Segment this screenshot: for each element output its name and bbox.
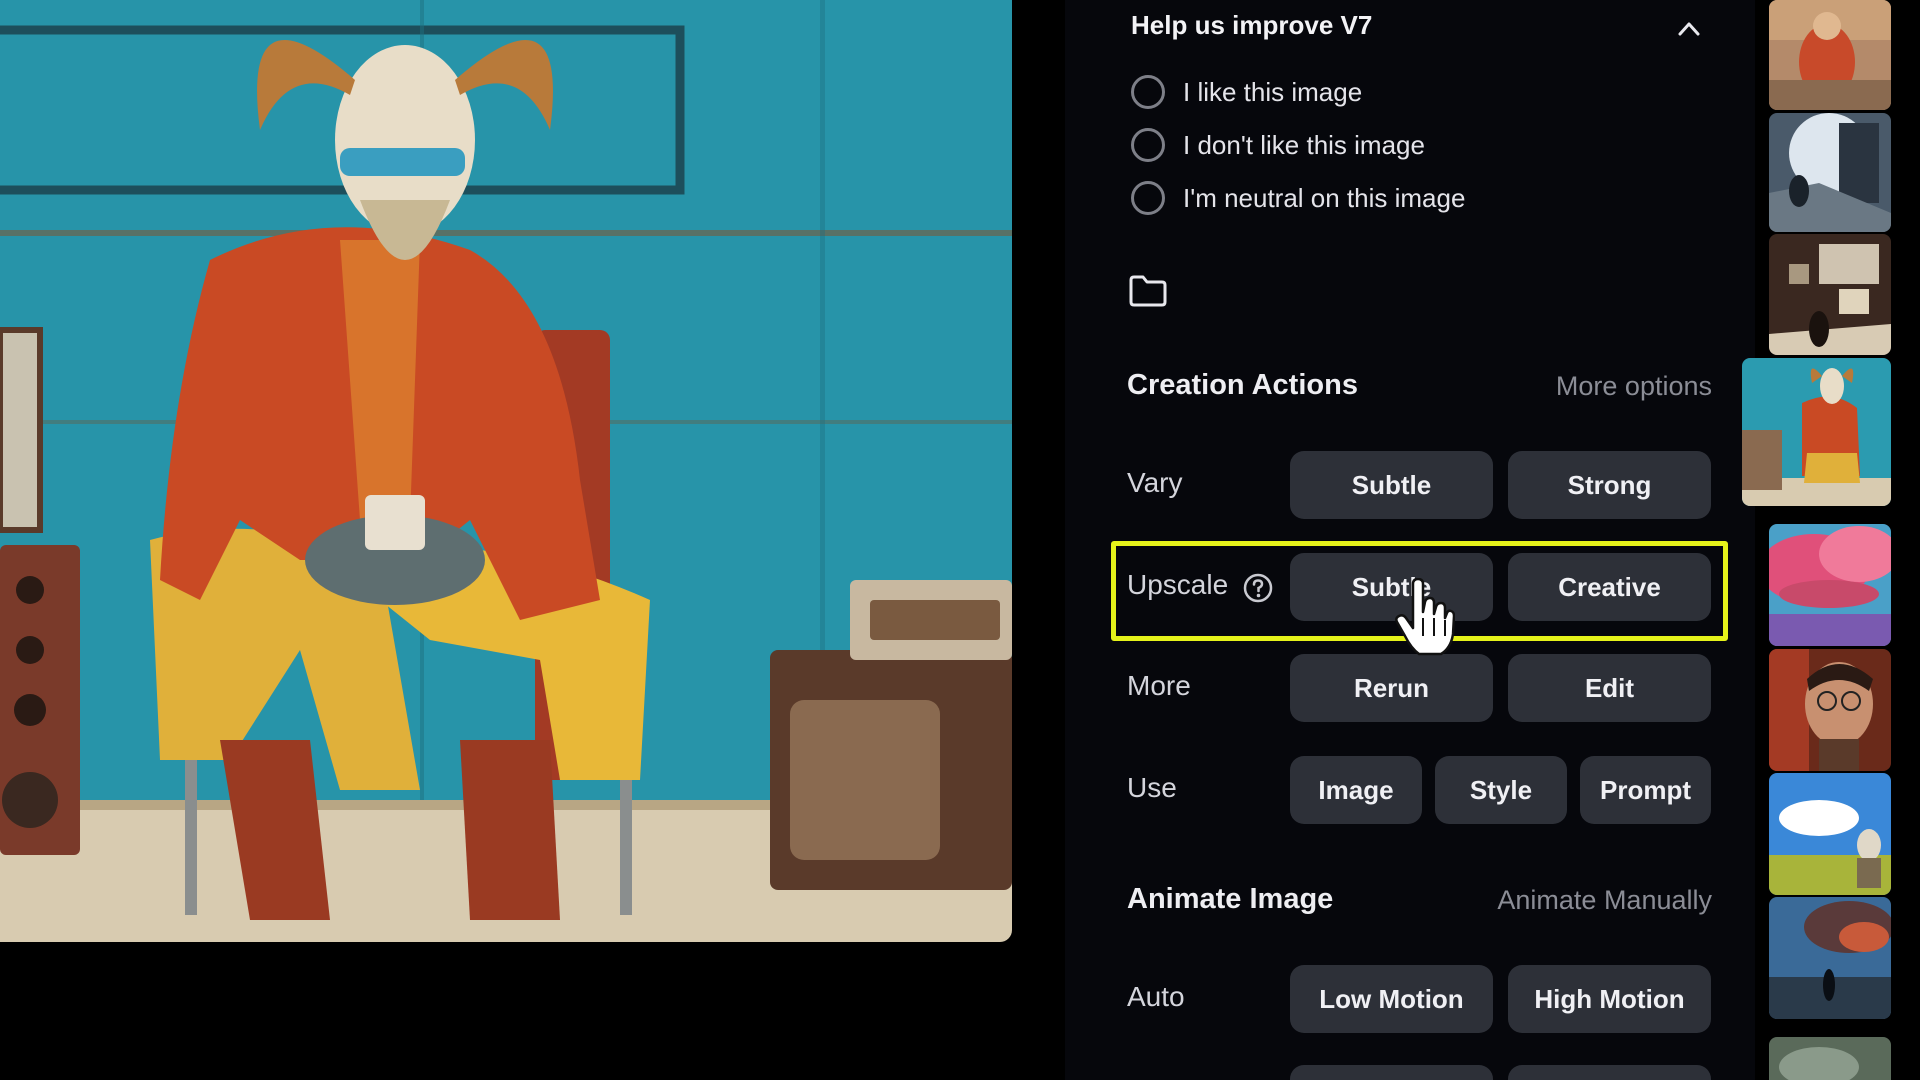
vary-label: Vary — [1127, 467, 1183, 498]
more-options-link[interactable]: More options — [1500, 371, 1712, 402]
thumbnail[interactable] — [1769, 649, 1891, 771]
feedback-option-neutral[interactable]: I'm neutral on this image — [1131, 178, 1465, 218]
goat-in-red-jacket-image — [0, 0, 1012, 942]
animate-manually-link[interactable]: Animate Manually — [1450, 885, 1712, 916]
thumbnail[interactable] — [1769, 0, 1891, 110]
rerun-button[interactable]: Rerun — [1290, 654, 1493, 722]
use-image-button[interactable]: Image — [1290, 756, 1422, 824]
thumbnail[interactable] — [1769, 897, 1891, 1019]
high-motion-button[interactable]: High Motion — [1508, 965, 1711, 1033]
thumbnail[interactable] — [1769, 234, 1891, 355]
main-image[interactable] — [0, 0, 1012, 942]
use-style-button[interactable]: Style — [1435, 756, 1567, 824]
more-label: More — [1127, 670, 1191, 701]
feedback-option-like[interactable]: I like this image — [1131, 72, 1362, 112]
radio-button[interactable] — [1131, 128, 1165, 162]
vary-subtle-button[interactable]: Subtle — [1290, 451, 1493, 519]
feedback-option-label: I don't like this image — [1183, 129, 1425, 160]
creation-actions-title: Creation Actions — [1127, 369, 1358, 401]
radio-button[interactable] — [1131, 181, 1165, 215]
auto-label: Auto — [1127, 981, 1185, 1012]
thumbnail[interactable] — [1769, 773, 1891, 895]
chevron-up-icon[interactable] — [1674, 14, 1704, 44]
use-prompt-button[interactable]: Prompt — [1580, 756, 1711, 824]
hand-pointer-icon — [1395, 577, 1456, 658]
use-label: Use — [1127, 772, 1177, 803]
thumbnail-selected[interactable] — [1742, 358, 1891, 506]
thumbnail[interactable] — [1769, 1037, 1891, 1080]
feedback-title: Help us improve V7 — [1131, 10, 1373, 40]
low-motion-button[interactable]: Low Motion — [1290, 965, 1493, 1033]
hidden-row-button[interactable] — [1290, 1065, 1493, 1080]
animate-image-title: Animate Image — [1127, 883, 1334, 915]
thumbnail[interactable] — [1769, 524, 1891, 646]
feedback-option-dislike[interactable]: I don't like this image — [1131, 125, 1425, 165]
radio-button[interactable] — [1131, 75, 1165, 109]
vary-strong-button[interactable]: Strong — [1508, 451, 1711, 519]
hidden-row-button[interactable] — [1508, 1065, 1711, 1080]
folder-icon[interactable] — [1128, 274, 1168, 308]
edit-button[interactable]: Edit — [1508, 654, 1711, 722]
feedback-option-label: I like this image — [1183, 76, 1363, 107]
thumbnail[interactable] — [1769, 113, 1891, 232]
feedback-option-label: I'm neutral on this image — [1183, 182, 1466, 213]
